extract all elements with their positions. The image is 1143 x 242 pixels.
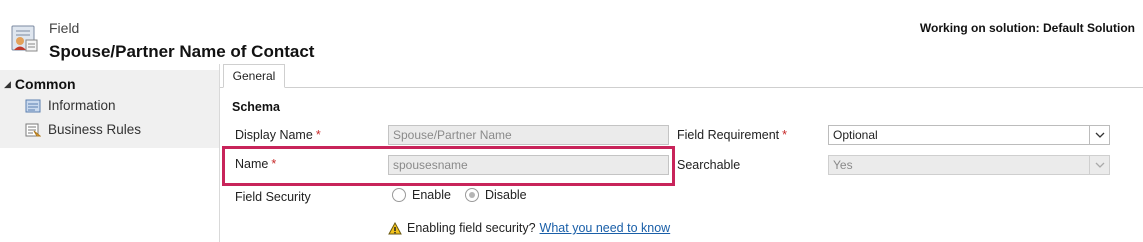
required-marker: * (315, 128, 321, 142)
field-entity-icon (9, 25, 39, 53)
nav-section-common[interactable]: ◢ Common (4, 76, 76, 92)
field-requirement-label-text: Field Requirement (677, 128, 780, 142)
enable-radio-label: Enable (412, 188, 451, 202)
field-requirement-select[interactable]: Optional (828, 125, 1110, 145)
enable-radio[interactable] (392, 188, 406, 202)
required-marker: * (782, 128, 788, 142)
searchable-value: Yes (833, 158, 853, 172)
field-requirement-label: Field Requirement * (677, 128, 787, 142)
disable-radio[interactable] (464, 188, 479, 202)
tab-strip (220, 87, 1143, 88)
disable-radio-label: Disable (484, 188, 527, 202)
sidebar-item-information[interactable]: Information (25, 98, 116, 113)
chevron-down-icon[interactable] (1089, 156, 1109, 174)
display-name-label-text: Display Name (235, 128, 313, 142)
field-security-radio-group: Enable Disable (392, 188, 541, 202)
name-field-highlight-box (222, 146, 675, 186)
sidebar-nav: ◢ Common Information Business Rules (0, 70, 219, 148)
field-requirement-value: Optional (833, 128, 878, 142)
searchable-label: Searchable (677, 158, 741, 172)
information-form-icon (25, 99, 41, 113)
warning-icon (388, 221, 402, 234)
what-you-need-to-know-link[interactable]: What you need to know (540, 221, 671, 235)
schema-section-title: Schema (232, 100, 280, 114)
chevron-down-icon[interactable] (1089, 126, 1109, 144)
collapse-triangle-icon[interactable]: ◢ (4, 79, 11, 90)
sidebar-item-label: Information (48, 98, 116, 113)
warning-text: Enabling field security? (407, 221, 536, 235)
header: Field Spouse/Partner Name of Contact Wor… (0, 0, 1143, 64)
page-title: Spouse/Partner Name of Contact (49, 42, 315, 61)
nav-section-label: Common (14, 76, 76, 92)
searchable-select[interactable]: Yes (828, 155, 1110, 175)
display-name-input[interactable] (388, 125, 669, 145)
business-rules-icon (25, 123, 42, 137)
field-security-label: Field Security (235, 190, 311, 204)
sidebar-item-business-rules[interactable]: Business Rules (25, 122, 141, 137)
sidebar-item-label: Business Rules (48, 122, 142, 137)
solution-info: Working on solution: Default Solution (919, 21, 1135, 35)
tab-general[interactable]: General (223, 64, 285, 88)
display-name-label: Display Name * (235, 128, 321, 142)
field-security-warning: Enabling field security? What you need t… (388, 221, 670, 235)
entity-type-label: Field (49, 20, 80, 36)
